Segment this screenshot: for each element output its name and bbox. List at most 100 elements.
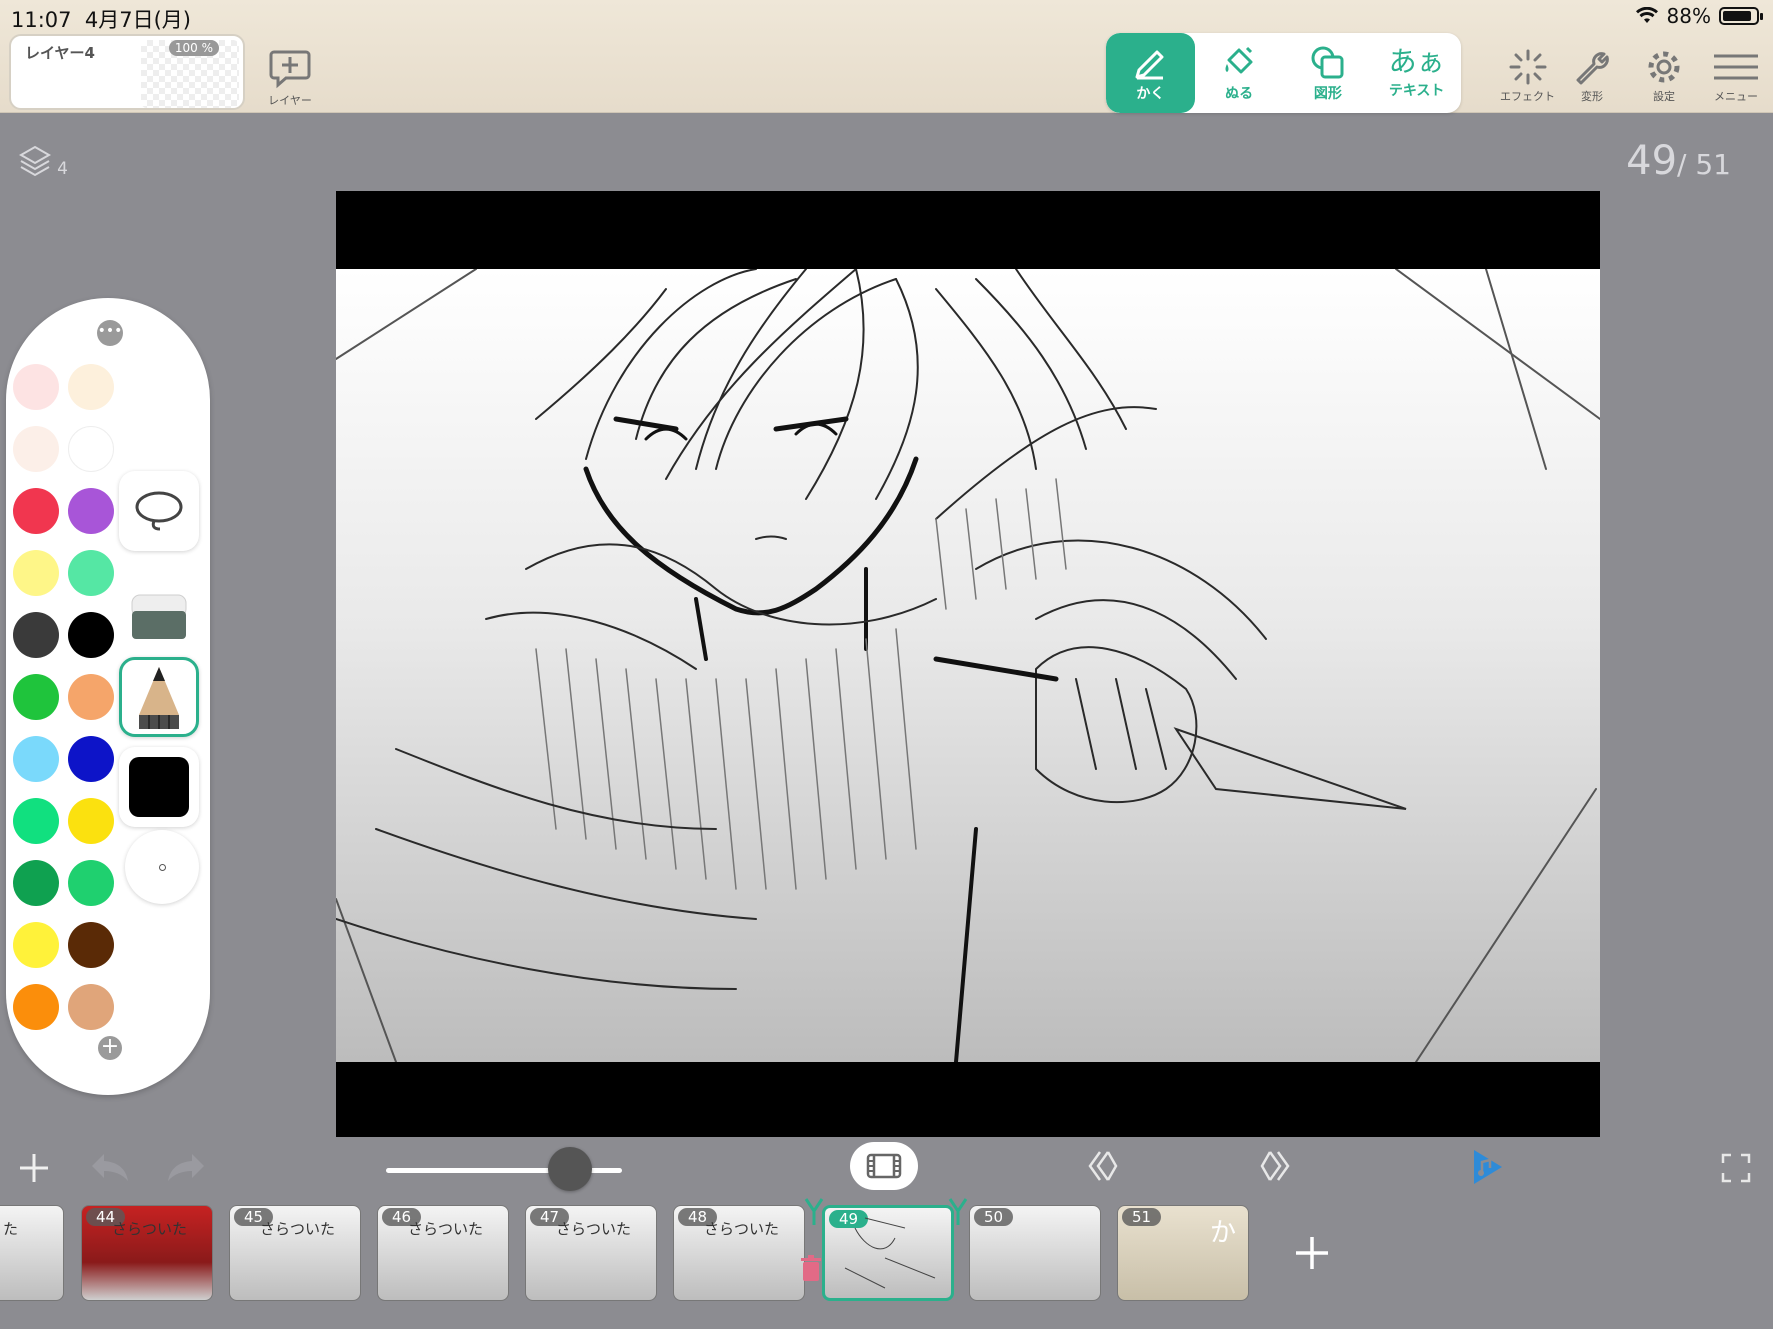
brush-size-dot [158,863,166,871]
color-swatch[interactable] [13,612,59,658]
mode-fill[interactable]: ぬる [1195,33,1284,113]
redo-button[interactable] [166,1150,206,1188]
range-end-marker[interactable] [948,1197,968,1229]
battery-icon [1719,7,1763,25]
pencil-tool-icon [139,667,179,729]
current-color-swatch[interactable] [119,747,199,827]
color-swatch[interactable] [68,736,114,782]
color-swatch[interactable] [68,426,114,472]
color-swatch[interactable] [13,860,59,906]
frame-caption: さらついた [556,1220,632,1238]
layers-icon [18,145,52,177]
frame-caption: さらついた [260,1220,336,1238]
onion-skin-slider-knob[interactable] [548,1147,593,1191]
layer-name: レイヤー4 [25,44,95,62]
frame-caption: か [1210,1218,1237,1248]
color-swatch[interactable] [13,426,59,472]
plus-icon [20,1154,48,1182]
fullscreen-icon [1721,1153,1751,1183]
range-start-marker[interactable] [804,1197,824,1229]
color-swatch[interactable] [13,798,59,844]
hamburger-icon [1714,54,1758,80]
settings-button[interactable]: 設定 [1644,48,1684,104]
frame-thumb[interactable]: 50 [969,1205,1101,1301]
transform-label: 変形 [1581,90,1603,103]
undo-button[interactable] [90,1150,130,1188]
color-swatch[interactable] [68,488,114,534]
delete-frame-icon[interactable] [800,1255,822,1287]
frame-thumb[interactable]: 44 さらついた [81,1205,213,1301]
pencil-tool[interactable] [119,657,199,737]
layers-button[interactable]: 4 [18,144,68,183]
color-swatch[interactable] [68,860,114,906]
lasso-icon [135,491,183,531]
color-swatch[interactable] [13,488,59,534]
add-layer-button[interactable]: レイヤー [268,46,312,108]
frame-thumb[interactable]: た [0,1205,64,1301]
menu-button[interactable]: メニュー [1712,48,1760,104]
mode-shape-label: 図形 [1313,85,1342,102]
redo-icon [168,1154,204,1181]
palette-more-icon[interactable]: ••• [97,320,123,346]
frame-timeline: た 44 さらついた 45 さらついた 46 さらついた 47 さらついた 48… [0,1197,1773,1329]
eraser-icon [131,594,187,639]
frame-thumb[interactable]: 48 さらついた [673,1205,805,1301]
current-layer-card[interactable]: レイヤー4 100 % [9,34,245,110]
add-frame-icon [1296,1237,1328,1269]
frame-number: 50 [974,1208,1014,1226]
color-swatch[interactable] [13,984,59,1030]
fullscreen-button[interactable] [1720,1152,1752,1188]
next-frame-icon [1260,1151,1290,1181]
wrench-icon [1576,52,1609,85]
color-swatch[interactable] [68,984,114,1030]
drawing-canvas[interactable] [336,191,1600,1137]
add-color-button[interactable]: + [98,1036,122,1060]
effect-label: エフェクト [1500,90,1555,103]
settings-label: 設定 [1653,90,1675,103]
color-swatch[interactable] [68,612,114,658]
frame-thumb[interactable]: 46 さらついた [377,1205,509,1301]
color-swatch[interactable] [13,922,59,968]
add-layer-label: レイヤー [268,94,312,107]
prev-frame-button[interactable] [1084,1148,1120,1188]
top-toolbar: 11:07 4月7日(月) 88% レイヤー4 100 % レイヤー かく ぬる… [0,0,1773,113]
transform-button[interactable]: 変形 [1572,48,1612,104]
current-frame-number: 49 [1626,138,1678,184]
frame-thumb-selected[interactable]: 49 [822,1205,954,1301]
effect-button[interactable]: エフェクト [1500,48,1555,104]
play-icon [1474,1150,1502,1184]
mode-draw[interactable]: かく [1106,33,1195,113]
text-icon: あぁ [1388,44,1445,78]
color-swatch[interactable] [68,922,114,968]
brush-size-indicator[interactable] [125,830,199,904]
color-swatch[interactable] [68,550,114,596]
frame-thumb[interactable]: 47 さらついた [525,1205,657,1301]
color-swatch[interactable] [68,674,114,720]
sketch-artwork [336,269,1600,1062]
mode-shape[interactable]: 図形 [1284,33,1373,113]
eraser-tool[interactable] [119,574,199,654]
color-swatch[interactable] [13,674,59,720]
film-icon [866,1153,902,1179]
filmstrip-toggle-button[interactable] [850,1142,918,1190]
color-swatch[interactable] [68,364,114,410]
frame-caption: さらついた [704,1220,780,1238]
status-indicators: 88% [1635,4,1763,28]
lasso-tool[interactable] [119,471,199,551]
mode-text[interactable]: あぁ テキスト [1372,33,1461,113]
frame-thumb[interactable]: 51 か [1117,1205,1249,1301]
next-frame-button[interactable] [1258,1148,1294,1188]
add-button[interactable] [16,1150,52,1190]
color-swatch[interactable] [13,550,59,596]
color-swatch[interactable] [13,364,59,410]
color-swatch[interactable] [13,736,59,782]
add-frame-button[interactable] [1292,1233,1332,1277]
wifi-icon [1635,7,1658,23]
layer-opacity: 100 % [168,40,219,56]
frame-caption: た [3,1220,19,1238]
play-button[interactable] [1470,1148,1506,1190]
frame-counter: 49/ 51 [1626,138,1731,184]
frame-thumb[interactable]: 45 さらついた [229,1205,361,1301]
mode-draw-label: かく [1136,85,1165,102]
color-swatch[interactable] [68,798,114,844]
